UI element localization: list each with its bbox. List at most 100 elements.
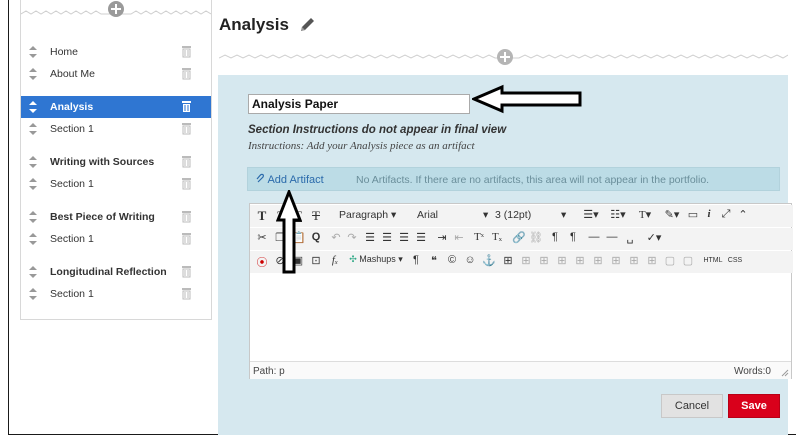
sidebar: Home About Me Analysis Section 1 Writing… bbox=[20, 0, 212, 320]
artifact-bar: Add Artifact No Artifacts. If there are … bbox=[247, 167, 780, 191]
sidebar-item-section[interactable]: Section 1 bbox=[21, 283, 211, 305]
sidebar-item-analysis[interactable]: Analysis bbox=[21, 96, 211, 118]
reorder-icon[interactable] bbox=[28, 265, 38, 279]
trash-icon[interactable] bbox=[181, 122, 192, 135]
word-count: Words:0 bbox=[733, 366, 771, 377]
align-left-icon[interactable]: ☰ bbox=[364, 231, 376, 247]
paragraph-mark-icon[interactable]: ¶ bbox=[410, 254, 422, 270]
font-size-select[interactable]: 3 (12pt) ▾ bbox=[495, 208, 575, 224]
cancel-button[interactable]: Cancel bbox=[661, 394, 723, 418]
sidebar-item-longitudinal-reflection[interactable]: Longitudinal Reflection bbox=[21, 261, 211, 283]
record-icon[interactable]: ⦿ bbox=[256, 254, 268, 270]
blockquote-icon[interactable]: ❝ bbox=[428, 254, 440, 270]
sidebar-item-section[interactable]: Section 1 bbox=[21, 173, 211, 195]
numbered-list-icon[interactable]: ☷▾ bbox=[607, 208, 629, 224]
reorder-icon[interactable] bbox=[28, 155, 38, 169]
bulleted-list-icon[interactable]: ☰▾ bbox=[580, 208, 602, 224]
text-color-icon[interactable]: T▾ bbox=[634, 208, 656, 224]
highlight-icon[interactable]: ✎▾ bbox=[661, 208, 683, 224]
add-section-icon[interactable] bbox=[496, 48, 514, 66]
anchor-icon[interactable]: ⚓ bbox=[482, 254, 496, 270]
html-source-button[interactable]: HTML bbox=[702, 254, 724, 270]
editor-toolbar-row-1: T T T T Paragraph ▾ Arial▾ 3 (12pt)▾ ☰▾ … bbox=[250, 205, 793, 227]
em-dash-icon[interactable]: — bbox=[605, 231, 619, 247]
emoticon-icon[interactable]: ☺ bbox=[464, 254, 476, 270]
reorder-icon[interactable] bbox=[28, 67, 38, 81]
info-icon[interactable]: i bbox=[703, 208, 715, 224]
insert-col-before-icon[interactable]: ⊞ bbox=[610, 254, 622, 270]
ltr-icon[interactable]: ¶ bbox=[548, 231, 562, 247]
add-artifact-link[interactable]: Add Artifact bbox=[256, 173, 324, 186]
find-icon[interactable]: Q bbox=[310, 231, 322, 247]
sidebar-item-about-me[interactable]: About Me bbox=[21, 63, 211, 85]
insert-col-after-icon[interactable]: ⊞ bbox=[628, 254, 640, 270]
nonbreaking-space-icon[interactable]: ␣ bbox=[623, 231, 637, 247]
split-cells-icon[interactable]: ▢ bbox=[664, 254, 676, 270]
superscript-icon[interactable]: Tˣ bbox=[472, 231, 486, 247]
trash-icon[interactable] bbox=[181, 177, 192, 190]
redo-icon[interactable]: ↷ bbox=[346, 231, 358, 247]
font-family-select[interactable]: Arial ▾ bbox=[417, 208, 497, 224]
pencil-icon[interactable] bbox=[298, 16, 316, 34]
editor-text-area[interactable] bbox=[250, 274, 791, 362]
trash-icon[interactable] bbox=[181, 232, 192, 245]
delete-col-icon[interactable]: ⊞ bbox=[646, 254, 658, 270]
align-center-icon[interactable]: ☰ bbox=[381, 231, 393, 247]
insert-media-icon[interactable]: ⊡ bbox=[310, 254, 322, 270]
trash-icon[interactable] bbox=[181, 210, 192, 223]
math-icon[interactable]: fₓ bbox=[328, 254, 342, 270]
sidebar-item-section[interactable]: Section 1 bbox=[21, 228, 211, 250]
paperclip-icon bbox=[256, 173, 264, 183]
reorder-icon[interactable] bbox=[28, 45, 38, 59]
insert-row-before-icon[interactable]: ⊞ bbox=[556, 254, 568, 270]
sidebar-item-label: Section 1 bbox=[50, 178, 94, 190]
insert-row-after-icon[interactable]: ⊞ bbox=[574, 254, 586, 270]
cut-icon[interactable]: ✂ bbox=[256, 231, 268, 247]
bold-icon[interactable]: T bbox=[256, 208, 268, 224]
rtl-icon[interactable]: ¶ bbox=[566, 231, 580, 247]
reorder-icon[interactable] bbox=[28, 100, 38, 114]
undo-icon[interactable]: ↶ bbox=[330, 231, 342, 247]
sidebar-item-writing-with-sources[interactable]: Writing with Sources bbox=[21, 151, 211, 173]
align-right-icon[interactable]: ☰ bbox=[398, 231, 410, 247]
strikethrough-icon[interactable]: T bbox=[310, 208, 322, 224]
link-icon[interactable]: 🔗 bbox=[512, 231, 526, 247]
sidebar-item-best-piece-of-writing[interactable]: Best Piece of Writing bbox=[21, 206, 211, 228]
paragraph-format-select[interactable]: Paragraph ▾ bbox=[339, 208, 411, 224]
horizontal-rule-icon[interactable]: — bbox=[587, 231, 601, 247]
mashups-select[interactable]: ✣ Mashups ▾ bbox=[348, 254, 404, 270]
section-title-input[interactable]: Analysis Paper bbox=[248, 94, 470, 114]
trash-icon[interactable] bbox=[181, 67, 192, 80]
delete-row-icon[interactable]: ⊞ bbox=[592, 254, 604, 270]
add-section-icon[interactable] bbox=[107, 0, 125, 18]
insert-table-icon[interactable]: ⊞ bbox=[502, 254, 514, 270]
fullscreen-icon[interactable]: ⤢ bbox=[720, 208, 732, 224]
justify-icon[interactable]: ☰ bbox=[415, 231, 427, 247]
sidebar-item-section[interactable]: Section 1 bbox=[21, 118, 211, 140]
reorder-icon[interactable] bbox=[28, 122, 38, 136]
collapse-toolbar-icon[interactable]: ⌃ bbox=[737, 208, 749, 224]
table-row-props-icon[interactable]: ⊞ bbox=[520, 254, 532, 270]
trash-icon[interactable] bbox=[181, 45, 192, 58]
subscript-icon[interactable]: Tₓ bbox=[490, 231, 504, 247]
reorder-icon[interactable] bbox=[28, 232, 38, 246]
sidebar-item-home[interactable]: Home bbox=[21, 41, 211, 63]
reorder-icon[interactable] bbox=[28, 210, 38, 224]
merge-cells-icon[interactable]: ▢ bbox=[682, 254, 694, 270]
save-button[interactable]: Save bbox=[728, 394, 780, 418]
reorder-icon[interactable] bbox=[28, 287, 38, 301]
copyright-icon[interactable]: © bbox=[446, 254, 458, 270]
table-cell-props-icon[interactable]: ⊞ bbox=[538, 254, 550, 270]
preview-icon[interactable]: ▭ bbox=[686, 208, 700, 224]
reorder-icon[interactable] bbox=[28, 177, 38, 191]
trash-icon[interactable] bbox=[181, 155, 192, 168]
css-button[interactable]: CSS bbox=[726, 254, 744, 270]
outdent-icon[interactable]: ⇤ bbox=[453, 231, 465, 247]
trash-icon[interactable] bbox=[181, 287, 192, 300]
trash-icon[interactable] bbox=[181, 100, 192, 113]
spellcheck-icon[interactable]: ✓▾ bbox=[643, 231, 665, 247]
resize-handle-icon[interactable] bbox=[780, 368, 789, 377]
unlink-icon[interactable]: ⛓ bbox=[529, 231, 543, 247]
trash-icon[interactable] bbox=[181, 265, 192, 278]
indent-icon[interactable]: ⇥ bbox=[436, 231, 448, 247]
